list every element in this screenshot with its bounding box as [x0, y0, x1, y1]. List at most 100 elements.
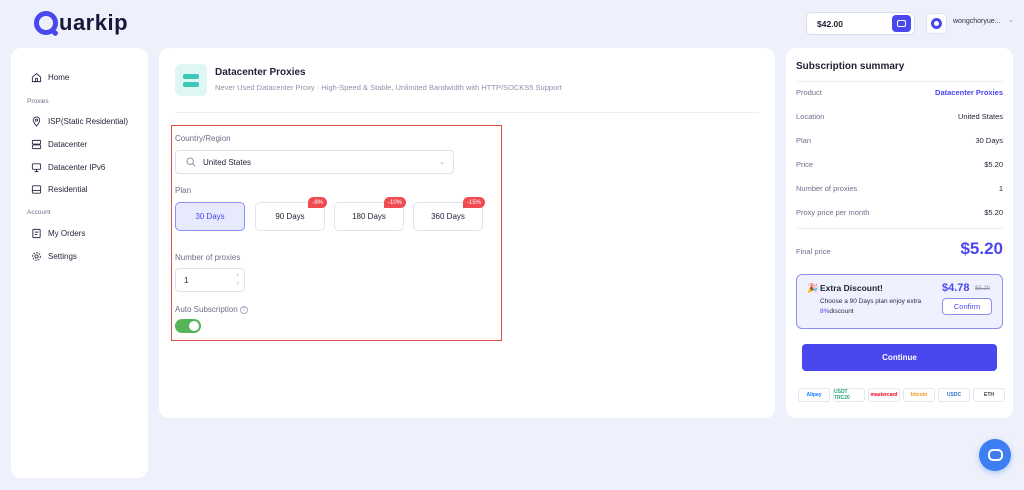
sidebar-item-settings[interactable]: Settings [31, 251, 77, 262]
summary-value: 1 [998, 184, 1003, 193]
mastercard-icon: mastercard [868, 388, 900, 402]
username[interactable]: wongchoryue... [953, 18, 1000, 25]
logo[interactable]: uarkip [34, 9, 128, 37]
sidebar-item-isp[interactable]: ISP(Static Residential) [31, 116, 128, 127]
summary-key: Plan [796, 136, 812, 145]
summary-key: Number of proxies [796, 184, 858, 193]
summary-value: 30 Days [975, 136, 1003, 145]
plan-option-90-days[interactable]: 90 Days -8% [255, 197, 327, 231]
logo-text: uarkip [59, 10, 129, 35]
plan-option-label: 30 Days [195, 212, 225, 221]
final-price-label: Final price [796, 247, 831, 256]
plan-option-label: 90 Days [275, 212, 305, 221]
summary-row-price: Price $5.20 [796, 160, 1003, 169]
country-select[interactable]: United States ⌄ [175, 150, 454, 174]
plan-option-label: 180 Days [352, 212, 386, 221]
sidebar-item-my-orders[interactable]: My Orders [31, 228, 85, 239]
sidebar-item-label: Residential [48, 185, 88, 194]
quantity-stepper[interactable]: 1 ˄ ˅ [175, 268, 245, 292]
summary-key: Location [796, 112, 825, 121]
section-account: Account [27, 209, 51, 216]
country-value: United States [203, 157, 252, 167]
orders-icon [32, 228, 41, 239]
quantity-label: Number of proxies [175, 253, 241, 262]
avatar[interactable] [926, 13, 947, 34]
chat-icon [987, 449, 1003, 461]
server-icon [31, 139, 42, 150]
eth-icon: ETH [973, 388, 1005, 402]
discount-text: Choose a 90 Days plan enjoy extra 8%disc… [820, 297, 935, 317]
discount-suffix: discount [829, 308, 854, 315]
summary-title: Subscription summary [796, 61, 905, 72]
sidebar-item-label: Home [48, 73, 70, 82]
location-pin-icon [32, 116, 41, 127]
toggle-knob [189, 321, 199, 331]
continue-button[interactable]: Continue [802, 344, 997, 371]
chat-support-button[interactable] [979, 439, 1011, 471]
confirm-button[interactable]: Confirm [942, 298, 992, 315]
sidebar-item-residential[interactable]: Residential [31, 184, 88, 195]
summary-key: Proxy price per month [796, 208, 870, 217]
payment-methods: Alipay USDT TRC20 mastercard bitcoin USD… [798, 388, 1005, 402]
summary-row-plan: Plan 30 Days [796, 136, 1003, 145]
original-price: $5.20 [975, 286, 991, 292]
usdc-icon: USDC [938, 388, 970, 402]
discount-badge: -15% [462, 197, 485, 208]
party-icon: 🎉 [807, 283, 819, 293]
usdt-icon: USDT TRC20 [833, 388, 865, 402]
final-price: $5.20 [960, 239, 1003, 258]
summary-key: Price [796, 160, 814, 169]
summary-value: $5.20 [984, 160, 1003, 169]
plan-option-360-days[interactable]: 360 Days -15% [413, 197, 485, 231]
summary-value: Datacenter Proxies [935, 88, 1003, 97]
sidebar-item-datacenter[interactable]: Datacenter [31, 139, 87, 150]
discount-price: $4.78 [942, 282, 970, 294]
wallet-button[interactable] [892, 15, 911, 32]
balance-amount: $42.00 [817, 18, 843, 29]
chevron-down-icon: ⌄ [439, 159, 445, 166]
auto-subscription-toggle[interactable] [175, 319, 201, 333]
summary-row-number-of-proxies: Number of proxies 1 [796, 184, 1003, 193]
divider [796, 81, 1003, 82]
section-proxies: Proxies [27, 98, 49, 105]
sidebar-item-label: ISP(Static Residential) [48, 117, 129, 126]
page-subtitle: Never Used Datacenter Proxy · High-Speed… [215, 83, 562, 92]
discount-badge: -8% [308, 197, 327, 208]
divider [796, 228, 1003, 229]
wallet-icon [897, 20, 906, 27]
sidebar-item-home[interactable]: Home [31, 72, 69, 83]
summary-row-proxy-price-per-month: Proxy price per month $5.20 [796, 208, 1003, 217]
sidebar-item-label: Datacenter IPv6 [48, 163, 106, 172]
auto-subscription-label: Auto Subscription? [175, 305, 248, 314]
chevron-down-icon[interactable]: ˅ [236, 280, 239, 288]
discount-badge: -10% [383, 197, 406, 208]
sidebar-item-label: Settings [48, 252, 77, 261]
summary-value: $5.20 [984, 208, 1003, 217]
plan-option-30-days[interactable]: 30 Days [175, 202, 245, 231]
page-title: Datacenter Proxies [215, 67, 306, 78]
stepper-arrows[interactable]: ˄ ˅ [236, 272, 239, 288]
sidebar-item-label: Datacenter [48, 140, 88, 149]
monitor-icon [31, 163, 42, 173]
sidebar-item-datacenter-ipv6[interactable]: Datacenter IPv6 [31, 162, 105, 173]
quantity-value: 1 [184, 275, 189, 285]
chevron-up-icon[interactable]: ˄ [236, 272, 239, 280]
sidebar-item-label: My Orders [48, 229, 86, 238]
server-icon [175, 64, 207, 96]
discount-title: Extra Discount! [820, 283, 883, 293]
summary-value: United States [957, 112, 1003, 121]
discount-percent: 8% [820, 308, 830, 315]
sidebar: Home Proxies ISP(Static Residential) Dat… [11, 48, 148, 478]
plan-option-180-days[interactable]: 180 Days -10% [334, 197, 406, 231]
discount-message: Choose a 90 Days plan enjoy extra [820, 298, 922, 305]
country-label: Country/Region [175, 134, 231, 143]
subscription-summary: Subscription summary Product Datacenter … [786, 48, 1013, 418]
help-icon[interactable]: ? [239, 305, 248, 314]
gear-icon [32, 252, 41, 261]
extra-discount-card: 🎉 Extra Discount! Choose a 90 Days plan … [796, 274, 1003, 329]
divider [175, 112, 759, 113]
summary-row-product: Product Datacenter Proxies [796, 88, 1003, 97]
chevron-down-icon[interactable]: ⌄ [1008, 16, 1014, 24]
plan-label: Plan [175, 186, 192, 195]
search-icon [186, 157, 196, 167]
